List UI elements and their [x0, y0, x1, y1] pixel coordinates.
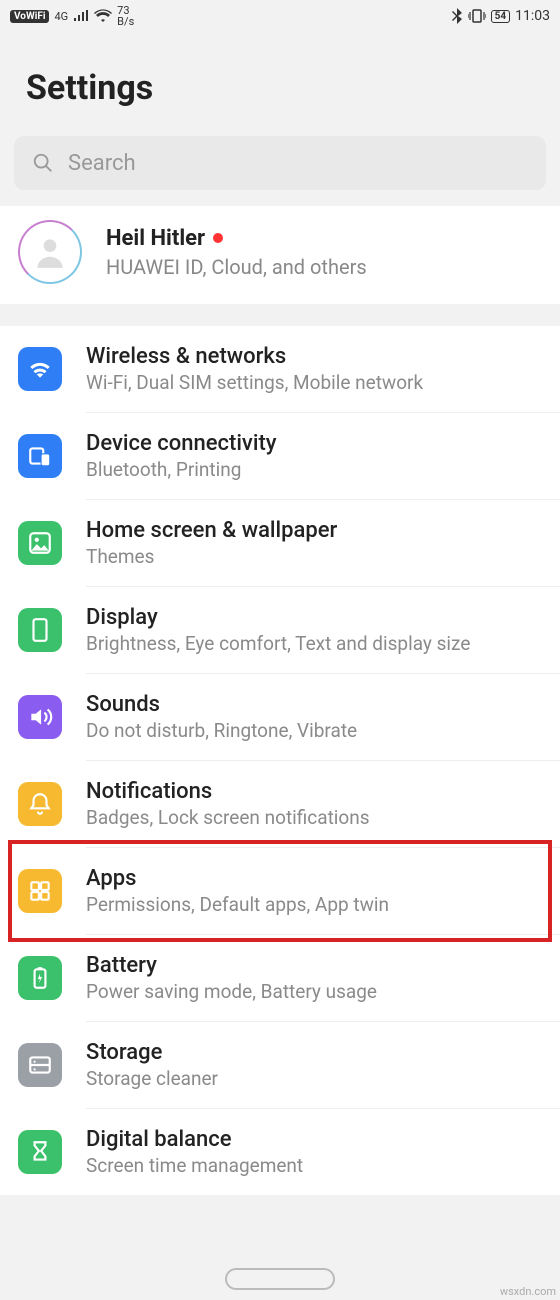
settings-item-device-conn[interactable]: Device connectivity Bluetooth, Printing	[0, 413, 560, 499]
page-title: Settings	[0, 32, 560, 136]
item-subtitle: Storage cleaner	[86, 1067, 544, 1090]
settings-item-storage[interactable]: Storage Storage cleaner	[0, 1022, 560, 1108]
storage-icon	[18, 1043, 62, 1087]
item-subtitle: Do not disturb, Ringtone, Vibrate	[86, 719, 544, 742]
vowifi-badge: VoWiFi	[10, 10, 49, 23]
wifi-icon	[18, 347, 62, 391]
sound-icon	[18, 695, 62, 739]
clock: 11:03	[515, 8, 550, 24]
avatar	[18, 220, 82, 284]
search-icon	[32, 152, 54, 174]
item-title: Sounds	[86, 692, 544, 717]
settings-item-wireless[interactable]: Wireless & networks Wi-Fi, Dual SIM sett…	[0, 326, 560, 412]
account-name: Heil Hitler	[106, 226, 205, 251]
account-row[interactable]: Heil Hitler HUAWEI ID, Cloud, and others	[0, 206, 560, 304]
display-icon	[18, 608, 62, 652]
item-subtitle: Badges, Lock screen notifications	[86, 806, 544, 829]
item-subtitle: Bluetooth, Printing	[86, 458, 544, 481]
item-title: Storage	[86, 1040, 544, 1065]
settings-item-battery[interactable]: Battery Power saving mode, Battery usage	[0, 935, 560, 1021]
settings-item-display[interactable]: Display Brightness, Eye comfort, Text an…	[0, 587, 560, 673]
battery-level: 54	[491, 10, 510, 23]
item-title: Device connectivity	[86, 431, 544, 456]
search-placeholder: Search	[68, 151, 136, 176]
wifi-status-icon	[94, 9, 112, 23]
notification-dot-icon	[213, 233, 223, 243]
vibrate-icon	[468, 9, 486, 23]
item-title: Notifications	[86, 779, 544, 804]
data-rate-unit: B/s	[117, 16, 134, 27]
item-subtitle: Power saving mode, Battery usage	[86, 980, 544, 1003]
watermark: wsxdn.com	[500, 1285, 556, 1298]
status-bar: VoWiFi 4G 73 B/s 54 11:03	[0, 0, 560, 32]
item-title: Apps	[86, 866, 544, 891]
item-subtitle: Wi-Fi, Dual SIM settings, Mobile network	[86, 371, 544, 394]
hourglass-icon	[18, 1130, 62, 1174]
settings-list: Wireless & networks Wi-Fi, Dual SIM sett…	[0, 326, 560, 1195]
item-subtitle: Brightness, Eye comfort, Text and displa…	[86, 632, 544, 655]
account-subtitle: HUAWEI ID, Cloud, and others	[106, 255, 367, 279]
item-title: Wireless & networks	[86, 344, 544, 369]
search-input[interactable]: Search	[14, 136, 546, 190]
bluetooth-icon	[451, 8, 463, 24]
bell-icon	[18, 782, 62, 826]
settings-item-home-wall[interactable]: Home screen & wallpaper Themes	[0, 500, 560, 586]
signal-icon	[73, 10, 89, 22]
settings-item-notifications[interactable]: Notifications Badges, Lock screen notifi…	[0, 761, 560, 847]
battery-icon	[18, 956, 62, 1000]
wallpaper-icon	[18, 521, 62, 565]
item-subtitle: Screen time management	[86, 1154, 544, 1177]
settings-item-sounds[interactable]: Sounds Do not disturb, Ringtone, Vibrate	[0, 674, 560, 760]
settings-item-digital[interactable]: Digital balance Screen time management	[0, 1109, 560, 1195]
item-title: Display	[86, 605, 544, 630]
devices-icon	[18, 434, 62, 478]
nav-pill[interactable]	[225, 1268, 335, 1290]
item-subtitle: Permissions, Default apps, App twin	[86, 893, 544, 916]
settings-item-apps[interactable]: Apps Permissions, Default apps, App twin	[0, 848, 560, 934]
item-title: Digital balance	[86, 1127, 544, 1152]
network-4g-label: 4G	[54, 11, 68, 22]
apps-icon	[18, 869, 62, 913]
item-title: Home screen & wallpaper	[86, 518, 544, 543]
item-title: Battery	[86, 953, 544, 978]
item-subtitle: Themes	[86, 545, 544, 568]
